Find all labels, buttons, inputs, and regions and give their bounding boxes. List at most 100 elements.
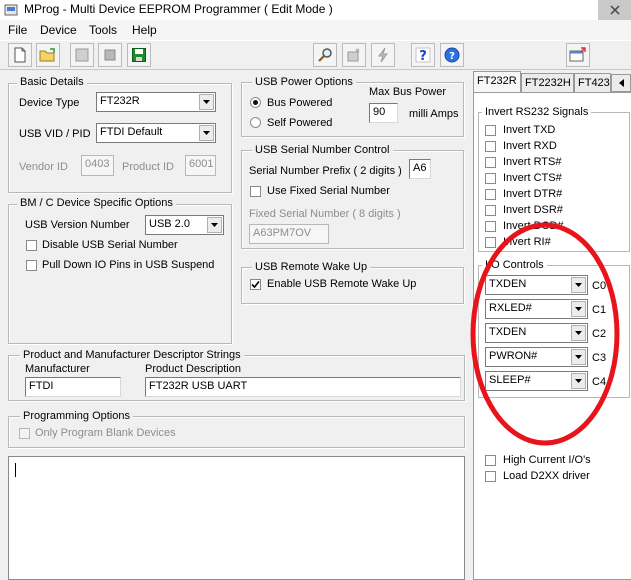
use-fixed-serial-checkbox[interactable]	[250, 186, 261, 197]
menu-bar: File Device Tools Help	[0, 20, 631, 40]
help-button[interactable]: ?	[411, 43, 435, 67]
invert-dsr-checkbox[interactable]	[485, 205, 496, 216]
invert-dcd-checkbox[interactable]	[485, 221, 496, 232]
io-c1-select[interactable]: RXLED#	[485, 299, 588, 319]
self-powered-radio[interactable]	[250, 117, 261, 128]
io-c3-label: C3	[592, 352, 607, 364]
save-button[interactable]	[127, 43, 151, 67]
chevron-down-icon	[571, 325, 586, 341]
window-button[interactable]	[566, 43, 590, 67]
tab-ft2232h[interactable]: FT2232H	[521, 73, 574, 93]
io-c0-select[interactable]: TXDEN	[485, 275, 588, 295]
invert-ri-label: Invert RI#	[503, 236, 551, 248]
serial-prefix-label: Serial Number Prefix ( 2 digits )	[249, 165, 402, 177]
tab-scroll-left-button[interactable]	[611, 74, 631, 92]
title-bar: MProg - Multi Device EEPROM Programmer (…	[0, 0, 631, 20]
open-button[interactable]	[36, 43, 60, 67]
io-c2-value: TXDEN	[489, 326, 527, 338]
menu-tools[interactable]: Tools	[89, 23, 117, 37]
bus-powered-radio[interactable]	[250, 97, 261, 108]
descriptor-strings-title: Product and Manufacturer Descriptor Stri…	[20, 349, 244, 361]
close-button[interactable]	[598, 0, 631, 20]
blank-only-checkbox[interactable]	[19, 428, 30, 439]
menu-device[interactable]: Device	[40, 23, 77, 37]
load-d2xx-checkbox[interactable]	[485, 471, 496, 482]
fixed-serial-label: Fixed Serial Number ( 8 digits )	[249, 208, 401, 220]
blank-only-label: Only Program Blank Devices	[35, 427, 176, 439]
io-c1-label: C1	[592, 304, 607, 316]
invert-dtr-checkbox[interactable]	[485, 189, 496, 200]
invert-txd-checkbox[interactable]	[485, 125, 496, 136]
search-button[interactable]	[313, 43, 337, 67]
window-icon	[569, 47, 586, 62]
erase-icon	[75, 48, 89, 62]
io-c4-value: SLEEP#	[489, 374, 531, 386]
product-id-label: Product ID	[122, 161, 174, 173]
vid-pid-label: USB VID / PID	[19, 128, 91, 140]
vendor-id-field: 0403	[81, 155, 114, 176]
high-current-checkbox[interactable]	[485, 455, 496, 466]
tab-ft423[interactable]: FT423	[574, 73, 611, 93]
device-type-select[interactable]: FT232R	[96, 92, 216, 112]
product-description-field[interactable]: FT232R USB UART	[145, 377, 461, 397]
chevron-down-icon	[571, 349, 586, 365]
io-c4-select[interactable]: SLEEP#	[485, 371, 588, 391]
erase-button[interactable]	[70, 43, 94, 67]
menu-file[interactable]: File	[8, 23, 27, 37]
io-controls-title: I/O Controls	[482, 259, 547, 271]
io-c3-select[interactable]: PWRON#	[485, 347, 588, 367]
invert-dcd-label: Invert DCD#	[503, 220, 564, 232]
io-c2-select[interactable]: TXDEN	[485, 323, 588, 343]
chevron-down-icon	[571, 277, 586, 293]
invert-rxd-checkbox[interactable]	[485, 141, 496, 152]
stop-button[interactable]	[98, 43, 122, 67]
invert-rts-checkbox[interactable]	[485, 157, 496, 168]
usb-version-select[interactable]: USB 2.0	[145, 215, 224, 235]
basic-details-title: Basic Details	[17, 76, 87, 88]
new-button[interactable]	[8, 43, 32, 67]
io-c1-value: RXLED#	[489, 302, 532, 314]
svg-text:?: ?	[419, 49, 427, 63]
manufacturer-label: Manufacturer	[25, 363, 90, 375]
device-type-label: Device Type	[19, 97, 80, 109]
use-fixed-serial-label: Use Fixed Serial Number	[267, 185, 390, 197]
output-textarea[interactable]	[8, 456, 465, 580]
product-description-label: Product Description	[145, 363, 241, 375]
invert-dtr-label: Invert DTR#	[503, 188, 563, 200]
check-icon	[251, 280, 260, 289]
svg-text:?: ?	[449, 51, 455, 62]
serial-prefix-field[interactable]: A6	[409, 159, 431, 179]
manufacturer-field[interactable]: FTDI	[25, 377, 121, 397]
enable-wake-up-checkbox[interactable]	[250, 279, 261, 290]
self-powered-label: Self Powered	[267, 117, 333, 129]
invert-cts-checkbox[interactable]	[485, 173, 496, 184]
invert-ri-checkbox[interactable]	[485, 237, 496, 248]
search-icon	[318, 48, 332, 62]
bm-options-title: BM / C Device Specific Options	[17, 197, 176, 209]
load-d2xx-label: Load D2XX driver	[503, 470, 590, 482]
io-c0-value: TXDEN	[489, 278, 527, 290]
max-bus-power-label: Max Bus Power	[369, 86, 447, 98]
io-c3-value: PWRON#	[489, 350, 538, 362]
about-button[interactable]: ?	[440, 43, 464, 67]
scan-icon	[347, 48, 360, 62]
scan-button[interactable]	[342, 43, 366, 67]
pull-down-checkbox[interactable]	[26, 260, 37, 271]
invert-rxd-label: Invert RXD	[503, 140, 557, 152]
tab-ft232r[interactable]: FT232R	[473, 71, 521, 93]
programming-options-title: Programming Options	[20, 410, 133, 422]
invert-cts-label: Invert CTS#	[503, 172, 562, 184]
stop-icon	[104, 49, 116, 61]
usb-version-value: USB 2.0	[149, 218, 190, 230]
max-bus-power-field[interactable]: 90	[369, 103, 398, 123]
enable-wake-up-label: Enable USB Remote Wake Up	[267, 278, 417, 290]
menu-help[interactable]: Help	[132, 23, 157, 37]
vid-pid-select[interactable]: FTDI Default	[96, 123, 216, 143]
chevron-down-icon	[207, 217, 222, 233]
chevron-left-icon	[618, 79, 624, 87]
disable-serial-checkbox[interactable]	[26, 240, 37, 251]
program-button[interactable]	[371, 43, 395, 67]
fixed-serial-field: A63PM7OV	[249, 224, 329, 244]
window-title: MProg - Multi Device EEPROM Programmer (…	[24, 2, 333, 16]
disable-serial-label: Disable USB Serial Number	[42, 239, 178, 251]
